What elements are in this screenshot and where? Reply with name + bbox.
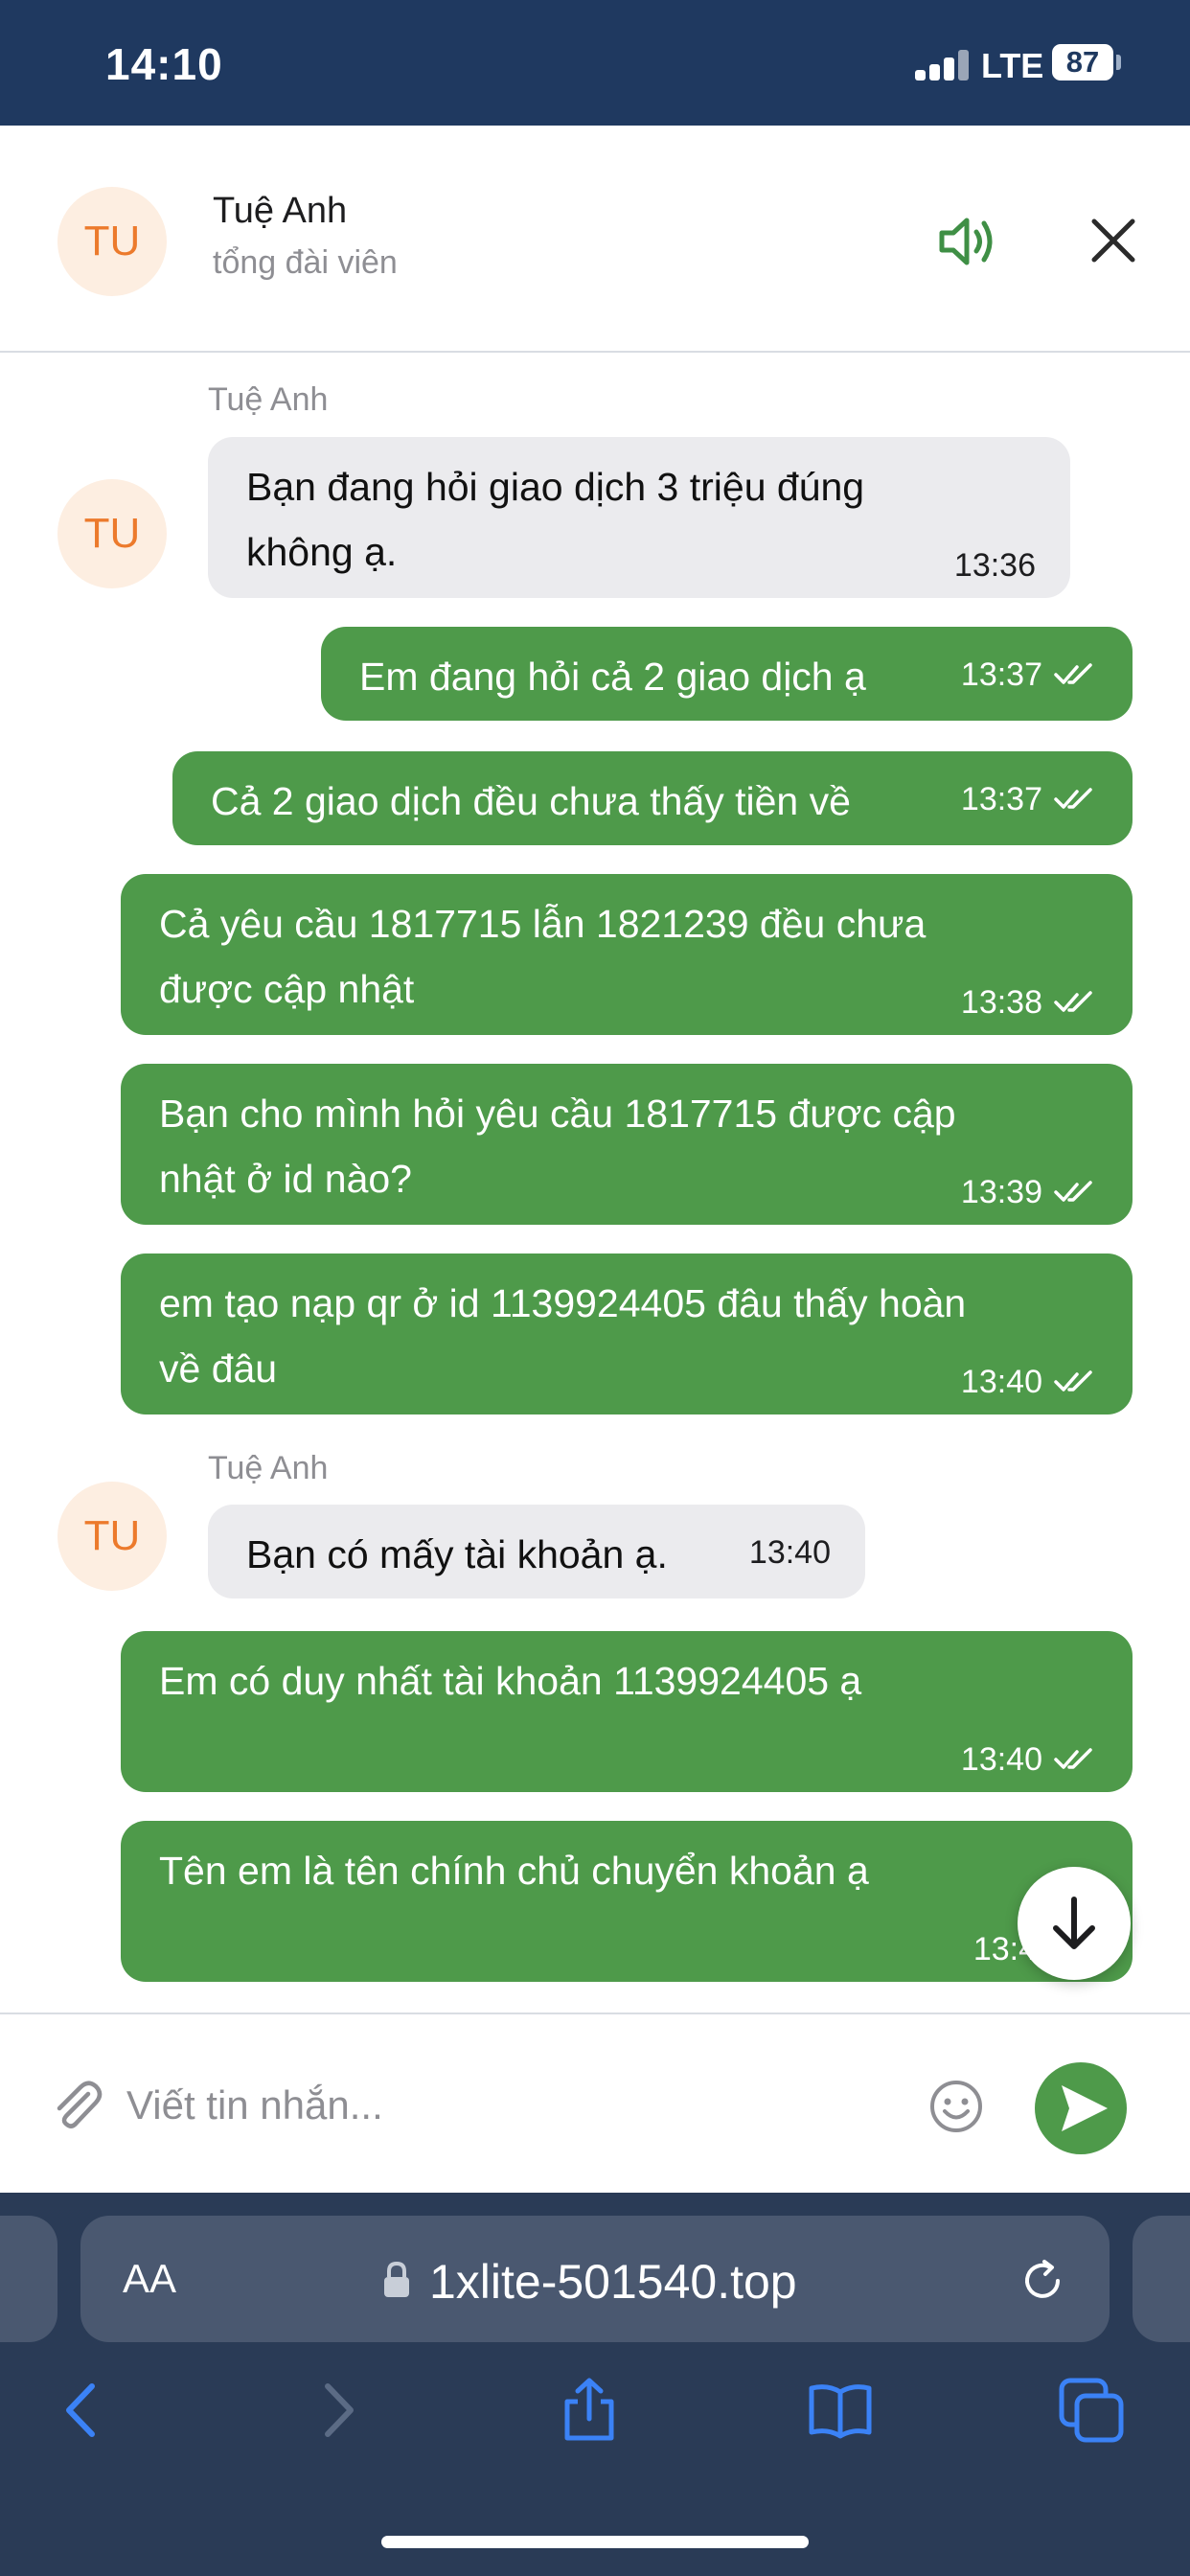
message-time: 13:39: [960, 1174, 1042, 1210]
message-text: Cả yêu cầu 1817715 lẫn 1821239 đều chưa đ…: [159, 902, 927, 1011]
avatar: TU: [57, 479, 167, 588]
double-check-icon: [1054, 663, 1092, 684]
sender-name: Tuệ Anh: [208, 1450, 329, 1486]
message-text: Bạn cho mình hỏi yêu cầu 1817715 được cậ…: [159, 1092, 956, 1201]
message-meta: 13:37: [961, 780, 1098, 818]
message-bubble-incoming[interactable]: Bạn có mấy tài khoản ạ. 13:40: [208, 1505, 865, 1598]
speaker-icon: [939, 218, 993, 265]
message-bubble-incoming[interactable]: Bạn đang hỏi giao dịch 3 triệu đúng không…: [208, 437, 1070, 598]
message-bubble-outgoing[interactable]: Em đang hỏi cả 2 giao dịch ạ 13:37: [321, 627, 1133, 721]
tabs-icon[interactable]: [1058, 2377, 1125, 2444]
message-bubble-outgoing[interactable]: Cả 2 giao dịch đều chưa thấy tiền về 13:…: [172, 751, 1133, 845]
arrow-down-icon: [1053, 1897, 1095, 1949]
address-bar[interactable]: AA 1xlite-501540.top: [80, 2216, 1110, 2342]
sound-toggle-button[interactable]: [934, 208, 1001, 275]
previous-tab-preview[interactable]: [0, 2216, 57, 2342]
avatar: TU: [57, 1482, 167, 1591]
message-bubble-outgoing[interactable]: em tạo nạp qr ở id 1139924405 đâu thấy h…: [121, 1254, 1133, 1414]
reload-icon[interactable]: [1018, 2256, 1067, 2306]
message-input[interactable]: [126, 2062, 893, 2149]
message-text: Em có duy nhất tài khoản 1139924405 ạ: [159, 1659, 862, 1703]
message-time: 13:40: [748, 1534, 831, 1571]
close-icon: [1091, 218, 1135, 263]
double-check-icon: [1054, 788, 1092, 809]
url-text: 1xlite-501540.top: [429, 2255, 797, 2309]
message-meta: 13:37: [961, 656, 1098, 694]
message-time: 13:37: [960, 781, 1042, 817]
message-time: 13:38: [960, 984, 1042, 1021]
message-time: 13:40: [960, 1364, 1042, 1400]
bookmarks-icon[interactable]: [807, 2377, 874, 2444]
message-list[interactable]: Tuệ Anh TU Bạn đang hỏi giao dịch 3 triệ…: [0, 355, 1190, 2012]
message-bubble-outgoing[interactable]: Em có duy nhất tài khoản 1139924405 ạ 13…: [121, 1631, 1133, 1792]
home-indicator[interactable]: [381, 2536, 809, 2548]
double-check-icon: [1054, 1370, 1092, 1392]
reader-settings-button[interactable]: AA: [123, 2256, 176, 2302]
message-time: 13:37: [960, 656, 1042, 693]
sender-name: Tuệ Anh: [208, 381, 329, 418]
close-button[interactable]: [1085, 212, 1142, 269]
message-bubble-outgoing[interactable]: Tên em là tên chính chủ chuyển khoản ạ 1…: [121, 1821, 1133, 1982]
forward-icon[interactable]: [305, 2377, 372, 2444]
agent-name: Tuệ Anh: [213, 191, 348, 231]
message-meta: 13:38: [961, 983, 1098, 1022]
message-meta: 13:40: [961, 1740, 1098, 1779]
message-text: Tên em là tên chính chủ chuyển khoản ạ: [159, 1849, 869, 1893]
message-bubble-outgoing[interactable]: Bạn cho mình hỏi yêu cầu 1817715 được cậ…: [121, 1064, 1133, 1225]
message-composer: [0, 2012, 1190, 2193]
avatar: TU: [57, 187, 167, 296]
paperclip-icon: [57, 2081, 103, 2128]
double-check-icon: [1054, 991, 1092, 1012]
lock-icon: [384, 2261, 409, 2297]
next-tab-preview[interactable]: [1133, 2216, 1190, 2342]
emoji-button[interactable]: [927, 2078, 985, 2135]
send-icon: [1062, 2085, 1108, 2131]
battery-icon: 87: [1052, 44, 1113, 80]
send-button[interactable]: [1035, 2062, 1127, 2154]
message-text: em tạo nạp qr ở id 1139924405 đâu thấy h…: [159, 1281, 967, 1391]
message-meta: 13:40: [961, 1363, 1098, 1401]
attach-button[interactable]: [46, 2075, 105, 2134]
message-meta: 13:39: [961, 1173, 1098, 1211]
double-check-icon: [1054, 1181, 1092, 1202]
smiley-icon: [930, 2081, 982, 2132]
scroll-to-bottom-button[interactable]: [1018, 1867, 1131, 1980]
back-icon[interactable]: [48, 2377, 115, 2444]
chat-header: TU Tuệ Anh tổng đài viên: [0, 126, 1190, 353]
status-bar: 14:10 LTE 87: [0, 0, 1190, 126]
message-text: Bạn đang hỏi giao dịch 3 triệu đúng không…: [246, 465, 865, 574]
battery-cap: [1116, 55, 1121, 70]
signal-icon: [915, 50, 969, 80]
double-check-icon: [1054, 1748, 1092, 1769]
message-time: 13:40: [960, 1741, 1042, 1778]
message-time: 13:36: [953, 547, 1036, 584]
message-text: Bạn có mấy tài khoản ạ.: [246, 1532, 668, 1576]
network-type: LTE: [981, 46, 1044, 85]
message-bubble-outgoing[interactable]: Cả yêu cầu 1817715 lẫn 1821239 đều chưa đ…: [121, 874, 1133, 1035]
status-time: 14:10: [105, 39, 223, 89]
share-icon[interactable]: [556, 2377, 623, 2444]
battery-level: 87: [1065, 45, 1100, 79]
agent-role: tổng đài viên: [213, 244, 398, 281]
